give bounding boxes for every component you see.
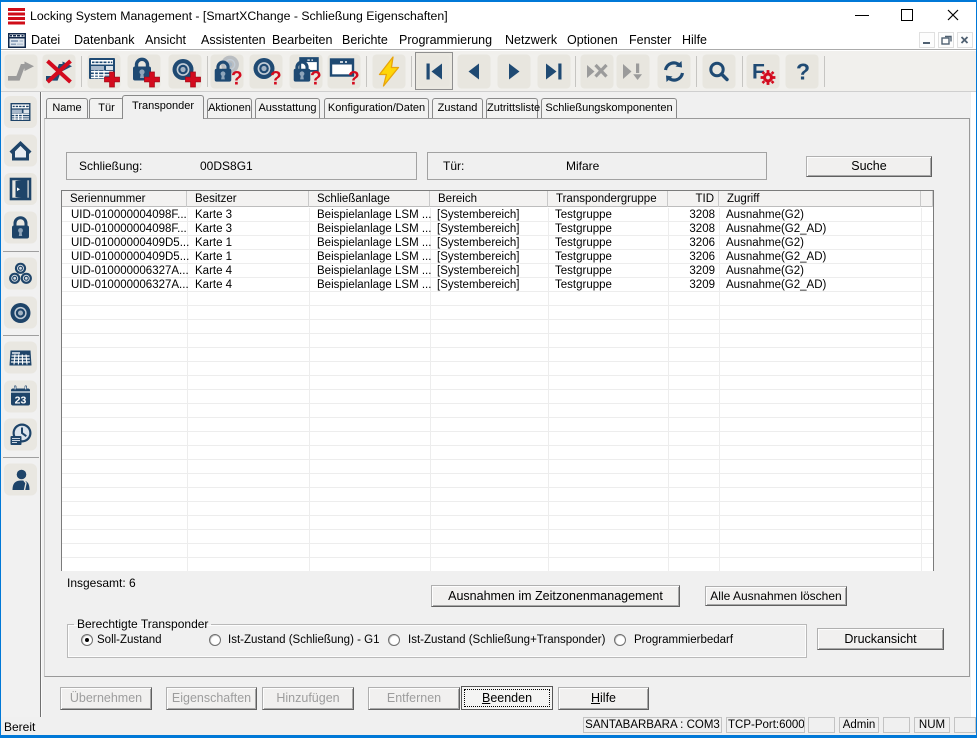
svg-text:?: ? <box>310 69 322 90</box>
svg-text:?: ? <box>270 69 282 90</box>
svg-text:?: ? <box>796 59 810 85</box>
svg-text:?: ? <box>348 69 360 90</box>
svg-text:23: 23 <box>15 395 27 407</box>
svg-text:?: ? <box>231 69 243 90</box>
